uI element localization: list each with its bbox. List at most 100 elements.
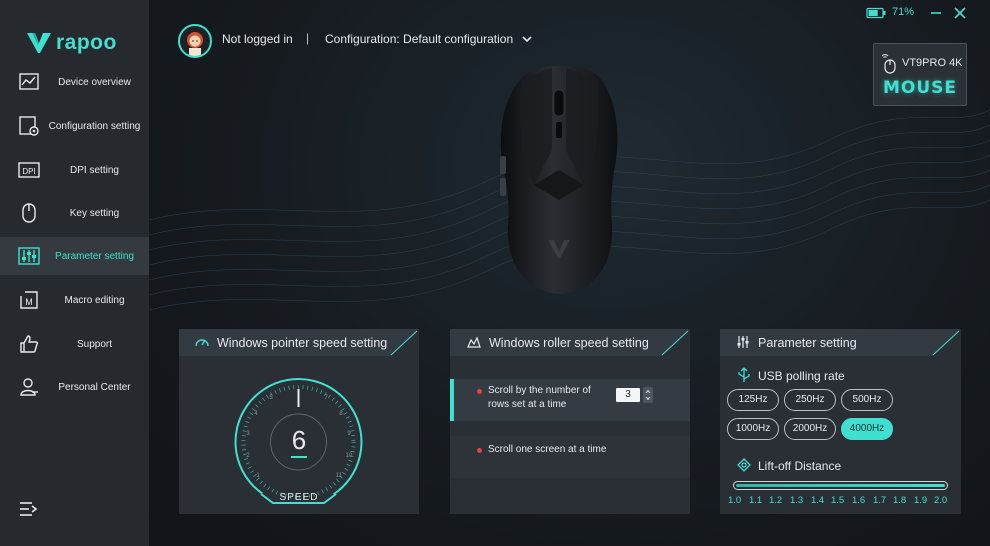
dpi-icon: DPI: [18, 162, 40, 178]
rate-125hz-button[interactable]: 125Hz: [727, 389, 779, 411]
configuration-selector[interactable]: Configuration: Default configuration: [325, 32, 513, 46]
usb-polling-label: USB polling rate: [758, 369, 845, 383]
header-divider: |: [306, 31, 310, 45]
roller-icon: [467, 336, 481, 348]
sidebar-item-label: DPI setting: [70, 164, 119, 176]
lift-off-tick: 1.4: [811, 495, 825, 506]
sidebar-item-label: Device overview: [58, 76, 131, 88]
sidebar-item-configuration-setting[interactable]: Configuration setting: [0, 107, 149, 145]
sidebar-item-personal-center[interactable]: Personal Center: [0, 368, 149, 406]
svg-text:5: 5: [269, 395, 273, 401]
speed-label: SPEED: [279, 492, 319, 503]
minimize-icon[interactable]: [929, 6, 943, 20]
speed-value-underline: [291, 456, 307, 458]
lift-off-tick: 2.0: [934, 495, 948, 506]
lift-off-tick: 1.8: [893, 495, 907, 506]
svg-text:M: M: [25, 297, 33, 307]
svg-text:4: 4: [254, 411, 258, 417]
sliders-icon: [18, 247, 40, 265]
panel-header: Windows roller speed setting: [450, 329, 690, 356]
lift-off-slider-fill: [736, 484, 945, 487]
battery-icon: [866, 7, 886, 19]
usb-icon: [738, 367, 750, 382]
sidebar-item-support[interactable]: Support: [0, 325, 149, 363]
panel-title: Windows pointer speed setting: [217, 336, 388, 350]
device-model: VT9PRO 4K: [902, 57, 963, 69]
rows-stepper-value[interactable]: 3: [616, 388, 640, 402]
lift-off-tick: 1.5: [831, 495, 845, 506]
rows-stepper-arrows[interactable]: [643, 387, 653, 403]
rate-2000hz-button[interactable]: 2000Hz: [784, 418, 836, 440]
logo-text: rapoo: [56, 31, 117, 54]
panel-header: Windows pointer speed setting: [179, 329, 419, 356]
rate-250hz-button[interactable]: 250Hz: [784, 389, 836, 411]
rate-1000hz-button[interactable]: 1000Hz: [727, 418, 779, 440]
scroll-screen-label: Scroll one screen at a time: [488, 444, 607, 455]
mouse-product-image: [500, 65, 618, 294]
settings-doc-icon: [19, 116, 39, 136]
panel-title: Windows roller speed setting: [489, 336, 649, 350]
sliders-icon: [737, 336, 749, 348]
sidebar-item-label: Macro editing: [64, 294, 125, 306]
sidebar-item-macro-editing[interactable]: M Macro editing: [0, 281, 149, 319]
sidebar: rapoo Device overview Configuration sett…: [0, 0, 149, 546]
svg-text:11: 11: [336, 473, 343, 479]
sidebar-item-label: Parameter setting: [55, 250, 134, 262]
parameter-panel: Parameter setting USB polling rate 125Hz…: [720, 329, 961, 514]
sidebar-item-device-overview[interactable]: Device overview: [0, 63, 149, 101]
rapoo-logo: rapoo: [26, 30, 117, 56]
sidebar-item-key-setting[interactable]: Key setting: [0, 194, 149, 232]
wireless-mouse-icon: [881, 54, 896, 74]
device-type: MOUSE: [882, 78, 958, 98]
sidebar-item-label: Personal Center: [58, 381, 131, 393]
collapse-menu-icon[interactable]: [18, 500, 38, 518]
lift-off-tick: 1.7: [873, 495, 887, 506]
avatar-image: [187, 32, 203, 56]
macro-icon: M: [20, 291, 38, 309]
lift-off-label: Lift-off Distance: [758, 459, 842, 473]
sidebar-item-label: Key setting: [69, 207, 120, 219]
svg-text:10: 10: [346, 453, 353, 459]
svg-text:DPI: DPI: [22, 167, 35, 176]
rate-500hz-button[interactable]: 500Hz: [841, 389, 893, 411]
lift-off-tick: 1.0: [728, 495, 742, 506]
lift-off-tick: 1.2: [769, 495, 783, 506]
login-status[interactable]: Not logged in: [222, 32, 293, 46]
roller-speed-panel: Windows roller speed setting Scroll by t…: [450, 329, 690, 514]
lift-off-tick: 1.9: [914, 495, 928, 506]
speedometer-icon: [195, 339, 209, 347]
scroll-rows-label: Scroll by the number of rows set at a ti…: [488, 385, 591, 410]
device-card[interactable]: VT9PRO 4K MOUSE: [873, 43, 967, 106]
sidebar-item-parameter-setting[interactable]: Parameter setting: [0, 237, 149, 275]
option-bullet: [477, 389, 482, 394]
sidebar-item-dpi-setting[interactable]: DPI DPI setting: [0, 151, 149, 189]
chart-icon: [19, 73, 39, 90]
svg-text:1: 1: [256, 473, 260, 479]
lift-off-tick: 1.6: [852, 495, 866, 506]
svg-text:8: 8: [339, 411, 343, 417]
pointer-speed-panel: Windows pointer speed setting 1 2 3 4 5 7 8 9…: [179, 329, 419, 514]
scroll-screen-option[interactable]: Scroll one screen at a time: [450, 436, 690, 478]
lift-off-tick: 1.1: [749, 495, 763, 506]
scroll-rows-option[interactable]: Scroll by the number of rows set at a ti…: [450, 379, 690, 421]
mouse-icon: [22, 203, 36, 223]
rapoo-logo-icon: [27, 33, 51, 53]
sidebar-item-label: Configuration setting: [48, 120, 141, 132]
svg-text:3: 3: [246, 431, 250, 437]
rate-4000hz-button[interactable]: 4000Hz: [841, 418, 893, 440]
panel-title: Parameter setting: [758, 336, 857, 350]
battery-percent: 71%: [892, 6, 915, 18]
option-bullet: [477, 448, 482, 453]
svg-text:9: 9: [347, 431, 351, 437]
user-icon: [20, 378, 38, 396]
svg-text:7: 7: [324, 395, 328, 401]
panel-header: Parameter setting: [720, 329, 961, 356]
lift-off-slider[interactable]: [733, 481, 948, 490]
svg-text:2: 2: [246, 453, 250, 459]
thumbs-up-icon: [20, 335, 39, 353]
sidebar-item-label: Support: [76, 338, 113, 350]
close-icon[interactable]: [953, 6, 967, 20]
avatar[interactable]: [178, 24, 212, 58]
chevron-down-icon[interactable]: [521, 34, 533, 44]
lift-off-tick: 1.3: [790, 495, 804, 506]
